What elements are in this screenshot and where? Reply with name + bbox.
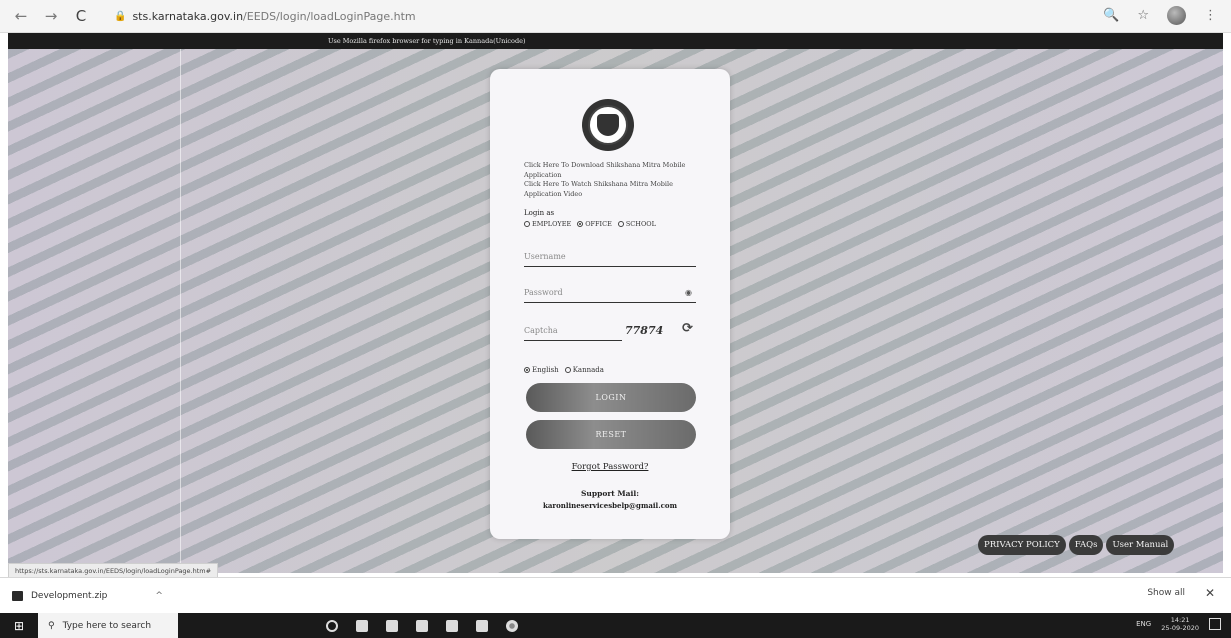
windows-taskbar: ⊞ ⚲ Type here to search ENG 14:21 25-09-… [0,613,1231,638]
download-item[interactable]: Development.zip ^ [12,590,163,601]
task-view-icon[interactable] [356,619,368,632]
eye-icon[interactable]: ◉ [685,288,692,297]
radio-label: SCHOOL [625,220,656,228]
star-icon[interactable]: ☆ [1137,8,1149,23]
radio-button[interactable] [524,367,530,373]
reload-icon[interactable]: C [74,7,88,25]
radio-office[interactable]: OFFICE [577,220,612,228]
nav-buttons: ← → C [14,7,88,25]
radio-button[interactable] [564,367,571,373]
login-as-label: Login as [524,209,555,217]
login-button[interactable]: LOGIN [526,383,696,412]
support-mail-label: Support Mail: [580,489,639,498]
background-divider [180,49,181,573]
tray-language[interactable]: ENG [1136,620,1151,628]
forgot-password-link[interactable]: Forgot Password? [490,462,730,472]
url-path: /EEDS/login/loadLoginPage.htm [243,9,416,23]
browser-actions: 🔍 ☆ ⋮ [1103,6,1217,25]
clock[interactable]: 14:21 25-09-2020 [1161,616,1199,632]
captcha-placeholder: Captcha [524,326,558,335]
notification-icon[interactable] [1209,618,1221,630]
language-group: English Kannada [524,366,604,374]
clock-time: 14:21 [1170,616,1190,624]
privacy-policy-link[interactable]: PRIVACY POLICY [978,535,1066,555]
zoom-icon[interactable]: 🔍 [1103,8,1119,23]
radio-button[interactable] [617,221,624,227]
username-placeholder: Username [524,252,566,261]
mail-icon[interactable] [446,619,458,632]
zip-file-icon [12,590,23,601]
download-file-name: Development.zip [31,590,108,601]
emblem-ring [588,105,628,145]
taskbar-apps [326,619,518,632]
radio-button[interactable] [577,221,584,227]
windows-start-icon[interactable]: ⊞ [0,619,38,633]
footer-links: PRIVACY POLICY FAQs User Manual [978,535,1175,555]
radio-label: EMPLOYEE [532,220,572,228]
radio-employee[interactable]: EMPLOYEE [524,220,571,228]
clock-date: 25-09-2020 [1161,624,1199,632]
login-as-group: EMPLOYEE OFFICE SCHOOL [524,220,656,228]
login-card: Click Here To Download Shikshana Mitra M… [490,69,730,539]
password-field[interactable]: Password ◉ [524,283,696,303]
emblem-shield [597,114,619,136]
captcha-code: 77874 [625,324,664,337]
download-bar: Development.zip ^ Show all ✕ [0,577,1231,613]
notice-bar: Use Mozilla firefox browser for typing i… [8,33,1223,49]
radio-english[interactable]: English [524,366,559,374]
user-manual-link[interactable]: User Manual [1106,535,1175,555]
faqs-link[interactable]: FAQs [1068,535,1104,555]
url-domain: sts.karnataka.gov.in [132,9,244,23]
radio-label: English [532,366,559,374]
taskbar-search[interactable]: ⚲ Type here to search [38,613,178,638]
download-app-link[interactable]: Click Here To Download Shikshana Mitra M… [524,161,704,180]
chrome-icon[interactable] [506,619,518,632]
support-email: karonlineservicesbelp@gmail.com [543,501,677,510]
browser-toolbar: ← → C 🔒 sts.karnataka.gov.in/EEDS/login/… [0,0,1231,33]
search-icon: ⚲ [48,620,55,631]
radio-kannada[interactable]: Kannada [564,366,604,374]
taskbar-search-placeholder: Type here to search [62,620,152,631]
menu-icon[interactable]: ⋮ [1204,8,1217,23]
address-bar[interactable]: 🔒 sts.karnataka.gov.in/EEDS/login/loadLo… [114,10,416,23]
cortana-icon[interactable] [326,619,338,632]
notice-text: Use Mozilla firefox browser for typing i… [328,37,526,45]
app-icon[interactable] [476,619,488,632]
radio-button[interactable] [524,221,530,227]
store-icon[interactable] [416,619,428,632]
show-all-button[interactable]: Show all [1147,588,1185,598]
radio-label: Kannada [572,366,604,374]
karnataka-emblem-logo [582,99,634,151]
username-field[interactable]: Username [524,247,696,267]
radio-school[interactable]: SCHOOL [617,220,656,228]
lock-icon: 🔒 [114,10,127,22]
radio-label: OFFICE [585,220,612,228]
app-links: Click Here To Download Shikshana Mitra M… [524,161,704,199]
refresh-icon[interactable]: ⟳ [682,321,693,336]
profile-avatar[interactable] [1167,6,1186,25]
back-icon[interactable]: ← [14,7,28,25]
chevron-up-icon[interactable]: ^ [155,591,163,601]
app-icon[interactable] [386,619,398,632]
system-tray: ENG 14:21 25-09-2020 [1136,616,1221,632]
forward-icon[interactable]: → [44,7,58,25]
watch-video-link[interactable]: Click Here To Watch Shikshana Mitra Mobi… [524,180,704,199]
password-placeholder: Password [524,288,563,297]
reset-button[interactable]: RESET [526,420,696,449]
close-icon[interactable]: ✕ [1205,586,1215,600]
captcha-field[interactable]: Captcha [524,321,622,341]
status-bar-url: https://sts.karnataka.gov.in/EEDS/login/… [8,563,219,578]
